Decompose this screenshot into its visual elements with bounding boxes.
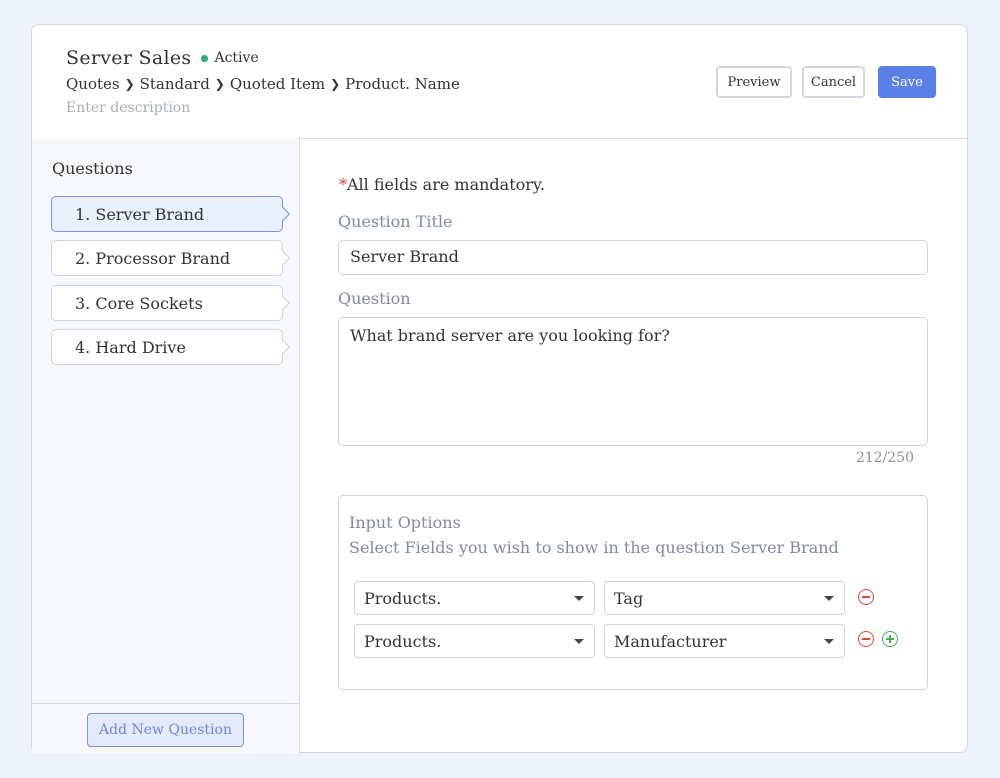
sidebar-item-label: 4. Hard Drive <box>75 337 186 357</box>
mandatory-note-text: All fields are mandatory. <box>347 175 545 194</box>
character-count: 212/250 <box>855 450 914 466</box>
cancel-button[interactable]: Cancel <box>802 66 865 98</box>
required-star: * <box>339 175 347 194</box>
caret-down-icon <box>824 596 834 601</box>
title-row: Server Sales Active <box>66 47 259 69</box>
question-editor-card: Server Sales Active Quotes ❯ Standard ❯ … <box>31 24 968 753</box>
chevron-right-icon: ❯ <box>330 77 341 91</box>
breadcrumb-item-quoted-item[interactable]: Quoted Item <box>230 75 325 93</box>
status-badge: Active <box>201 50 259 66</box>
sidebar-item-server-brand[interactable]: 1. Server Brand <box>51 196 283 232</box>
add-new-question-button[interactable]: Add New Question <box>87 713 244 747</box>
question-label: Question <box>338 289 411 308</box>
select-value: Tag <box>614 588 644 608</box>
sidebar-item-label: 1. Server Brand <box>75 204 205 224</box>
caret-down-icon <box>824 639 834 644</box>
sidebar-item-hard-drive[interactable]: 4. Hard Drive <box>51 329 283 365</box>
input-options-title: Input Options <box>349 513 461 532</box>
breadcrumb-item-quotes[interactable]: Quotes <box>66 75 120 93</box>
question-title-label: Question Title <box>338 212 453 231</box>
description-input[interactable]: Enter description <box>66 100 190 116</box>
value-select-row-2[interactable]: Manufacturer <box>604 624 845 658</box>
value-select-row-1[interactable]: Tag <box>604 581 845 615</box>
question-form: *All fields are mandatory. Question Titl… <box>300 138 967 752</box>
input-options-panel: Input Options Select Fields you wish to … <box>338 495 928 690</box>
minus-stroke <box>861 638 870 640</box>
question-title-input[interactable]: Server Brand <box>338 240 928 275</box>
minus-stroke <box>861 596 870 598</box>
sidebar-item-processor-brand[interactable]: 2. Processor Brand <box>51 240 283 276</box>
remove-row-icon[interactable] <box>858 631 874 647</box>
sidebar-title: Questions <box>52 159 133 178</box>
remove-row-icon[interactable] <box>858 589 874 605</box>
breadcrumb: Quotes ❯ Standard ❯ Quoted Item ❯ Produc… <box>66 75 460 93</box>
preview-button[interactable]: Preview <box>716 66 792 98</box>
add-row-icon[interactable] <box>882 631 898 647</box>
field-select-row-1[interactable]: Products. <box>354 581 595 615</box>
caret-down-icon <box>574 639 584 644</box>
page-title: Server Sales <box>66 47 192 69</box>
field-select-row-2[interactable]: Products. <box>354 624 595 658</box>
sidebar-item-label: 2. Processor Brand <box>75 248 231 268</box>
input-options-subtitle: Select Fields you wish to show in the qu… <box>349 538 839 557</box>
select-value: Manufacturer <box>614 631 727 651</box>
sidebar-item-label: 3. Core Sockets <box>75 293 203 313</box>
status-label: Active <box>214 50 259 66</box>
chevron-right-icon: ❯ <box>214 77 225 91</box>
save-button[interactable]: Save <box>878 66 936 98</box>
questions-sidebar: Questions 1. Server Brand 2. Processor B… <box>32 138 300 753</box>
select-value: Products. <box>364 631 442 651</box>
mandatory-note: *All fields are mandatory. <box>339 175 545 194</box>
caret-down-icon <box>574 596 584 601</box>
status-dot-icon <box>201 54 209 62</box>
sidebar-item-core-sockets[interactable]: 3. Core Sockets <box>51 285 283 321</box>
select-value: Products. <box>364 588 442 608</box>
breadcrumb-item-standard[interactable]: Standard <box>140 75 210 93</box>
chevron-right-icon: ❯ <box>124 77 135 91</box>
breadcrumb-item-product-name[interactable]: Product. Name <box>345 75 460 93</box>
sidebar-footer: Add New Question <box>32 703 299 754</box>
question-textarea[interactable]: What brand server are you looking for? <box>338 317 928 446</box>
plus-stroke-vertical <box>889 634 891 643</box>
page-header: Server Sales Active Quotes ❯ Standard ❯ … <box>32 25 967 139</box>
